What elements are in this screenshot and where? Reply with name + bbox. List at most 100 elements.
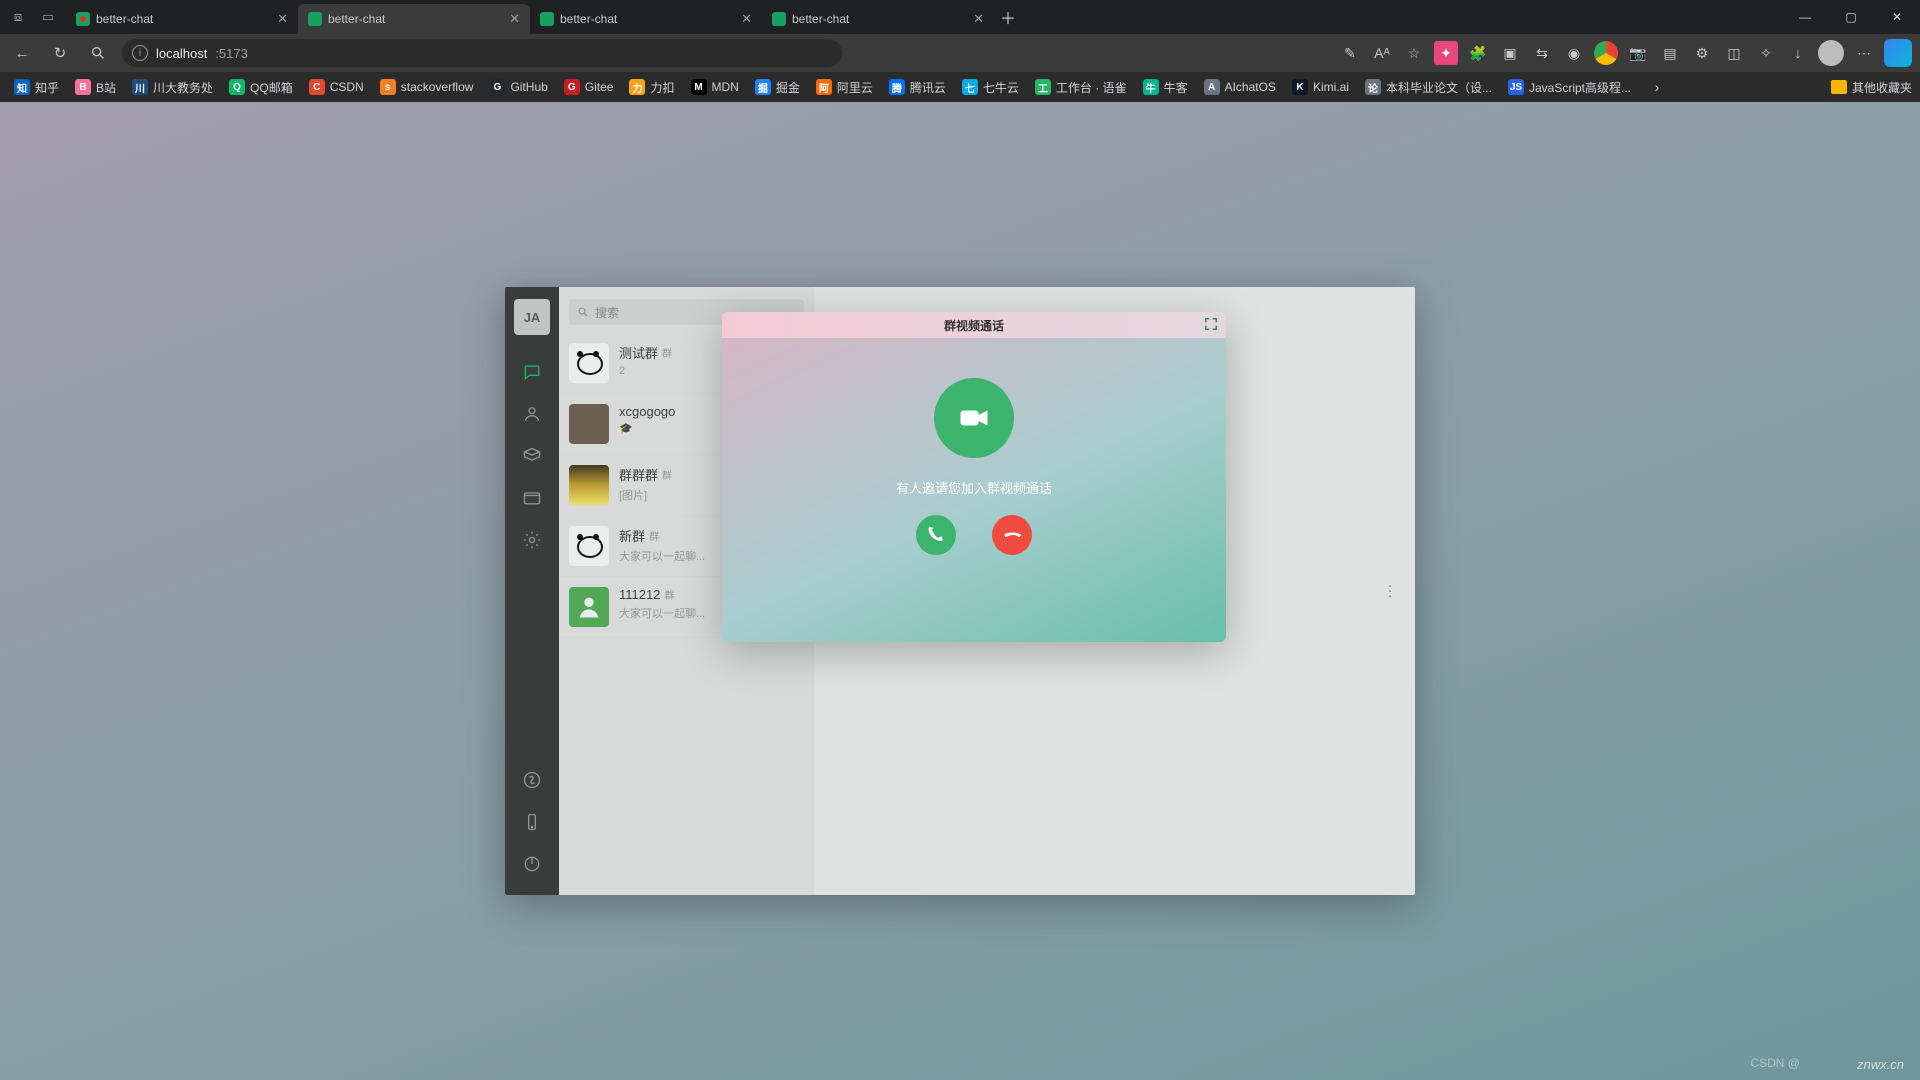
bookmark-label: 力扣 bbox=[650, 79, 674, 96]
bookmark-label: Gitee bbox=[585, 80, 614, 94]
window-close-button[interactable]: ✕ bbox=[1874, 0, 1920, 34]
site-info-icon[interactable]: i bbox=[132, 45, 148, 61]
modal-title-bar: 群视频通话 bbox=[722, 312, 1226, 338]
more-menu-icon[interactable]: ⋯ bbox=[1852, 41, 1876, 65]
extension3-icon[interactable]: ◉ bbox=[1562, 41, 1586, 65]
reject-call-button[interactable] bbox=[992, 515, 1032, 555]
tab-close-icon[interactable]: ✕ bbox=[509, 11, 520, 27]
address-bar[interactable]: i localhost :5173 bbox=[122, 39, 842, 67]
bookmark-label: 七牛云 bbox=[983, 79, 1019, 96]
bookmark-item[interactable]: 知知乎 bbox=[8, 77, 65, 98]
bookmark-icon: 阿 bbox=[816, 79, 832, 95]
bookmark-label: 工作台 · 语雀 bbox=[1056, 79, 1127, 96]
bookmark-item[interactable]: 力力扣 bbox=[623, 77, 680, 98]
favorite-star-icon[interactable]: ☆ bbox=[1402, 41, 1426, 65]
address-host: localhost bbox=[156, 46, 207, 61]
bookmark-item[interactable]: G Gitee bbox=[558, 77, 620, 97]
copilot-icon[interactable] bbox=[1884, 39, 1912, 67]
bookmark-icon: 论 bbox=[1365, 79, 1381, 95]
bookmark-item[interactable]: JSJavaScript高级程... bbox=[1502, 77, 1637, 98]
bookmark-item[interactable]: GGitHub bbox=[483, 77, 553, 97]
read-aloud-icon[interactable]: Aᴬ bbox=[1370, 41, 1394, 65]
chrome-icon[interactable] bbox=[1594, 41, 1618, 65]
watermark-site: znwx.cn bbox=[1857, 1057, 1904, 1072]
vscode-icon[interactable]: ⧈ bbox=[6, 5, 30, 29]
modal-title: 群视频通话 bbox=[944, 317, 1004, 334]
bookmark-label: CSDN bbox=[330, 80, 364, 94]
downloads-icon[interactable]: ↓ bbox=[1786, 41, 1810, 65]
bookmark-item[interactable]: 川川大教务处 bbox=[126, 77, 219, 98]
bookmark-item[interactable]: A AIchatOS bbox=[1198, 77, 1282, 97]
bookmark-icon: 力 bbox=[629, 79, 645, 95]
performance-icon[interactable]: ⚙ bbox=[1690, 41, 1714, 65]
bookmark-icon: G bbox=[489, 79, 505, 95]
extension-icon[interactable]: ✦ bbox=[1434, 41, 1458, 65]
bookmark-item[interactable]: M MDN bbox=[685, 77, 745, 97]
folder-icon bbox=[1831, 80, 1847, 94]
bookmark-item[interactable]: 阿阿里云 bbox=[810, 77, 879, 98]
titlebar: ⧈ ▭ better-chat ✕ better-chat ✕ better-c… bbox=[0, 0, 1920, 34]
search-button[interactable] bbox=[84, 39, 112, 67]
refresh-button[interactable]: ↻ bbox=[46, 39, 74, 67]
bookmark-icon: A bbox=[1204, 79, 1220, 95]
sync-icon[interactable]: ⇆ bbox=[1530, 41, 1554, 65]
accept-call-button[interactable] bbox=[916, 515, 956, 555]
tab-row: better-chat ✕ better-chat ✕ better-chat … bbox=[66, 0, 994, 34]
profile-avatar[interactable] bbox=[1818, 40, 1844, 66]
screenshot-icon[interactable]: ▣ bbox=[1498, 41, 1522, 65]
page-viewport: JA bbox=[0, 102, 1920, 1080]
bookmark-item[interactable]: QQQ邮箱 bbox=[223, 77, 299, 98]
collections-icon[interactable]: ✧ bbox=[1754, 41, 1778, 65]
tab-close-icon[interactable]: ✕ bbox=[973, 11, 984, 27]
video-call-icon bbox=[934, 378, 1014, 458]
bookmark-item[interactable]: 工工作台 · 语雀 bbox=[1029, 77, 1133, 98]
bookmark-item[interactable]: 七七牛云 bbox=[956, 77, 1025, 98]
address-port: :5173 bbox=[215, 46, 248, 61]
bookmark-label: AIchatOS bbox=[1225, 80, 1276, 94]
fullscreen-icon[interactable] bbox=[1204, 317, 1218, 331]
bookmark-item[interactable]: 牛牛客 bbox=[1137, 77, 1194, 98]
bookmark-item[interactable]: 腾腾讯云 bbox=[883, 77, 952, 98]
tab-title: better-chat bbox=[328, 12, 385, 26]
bookmark-icon: Q bbox=[229, 79, 245, 95]
bookmark-icon: 七 bbox=[962, 79, 978, 95]
bookmark-icon: G bbox=[564, 79, 580, 95]
browser-tab[interactable]: better-chat ✕ bbox=[298, 4, 530, 34]
extension2-icon[interactable]: 🧩 bbox=[1466, 41, 1490, 65]
bookmark-icon: M bbox=[691, 79, 707, 95]
tabs-overview-icon[interactable]: ▭ bbox=[36, 5, 60, 29]
window-minimize-button[interactable]: — bbox=[1782, 0, 1828, 34]
new-tab-button[interactable]: ＋ bbox=[994, 0, 1022, 34]
bookmark-icon: 知 bbox=[14, 79, 30, 95]
browser-tab[interactable]: better-chat ✕ bbox=[762, 4, 994, 34]
tab-title: better-chat bbox=[96, 12, 153, 26]
bookmark-icon: s bbox=[380, 79, 396, 95]
bookmark-label: 牛客 bbox=[1164, 79, 1188, 96]
other-bookmarks-folder[interactable]: 其他收藏夹 bbox=[1831, 79, 1912, 96]
bookmark-item[interactable]: BB站 bbox=[69, 77, 122, 98]
camera-icon[interactable]: 📷 bbox=[1626, 41, 1650, 65]
tab-close-icon[interactable]: ✕ bbox=[277, 11, 288, 27]
split-screen-icon[interactable]: ◫ bbox=[1722, 41, 1746, 65]
bookmarks-bar: 知知乎BB站川川大教务处QQQ邮箱CCSDNsstackoverflowGGit… bbox=[0, 72, 1920, 102]
bookmark-item[interactable]: 掘掘金 bbox=[749, 77, 806, 98]
bookmark-item[interactable]: 论本科毕业论文（设... bbox=[1359, 77, 1498, 98]
bookmark-label: JavaScript高级程... bbox=[1529, 79, 1631, 96]
reader-icon[interactable]: ▤ bbox=[1658, 41, 1682, 65]
bookmarks-overflow-icon[interactable]: › bbox=[1645, 79, 1669, 95]
edit-icon[interactable]: ✎ bbox=[1338, 41, 1362, 65]
bookmark-item[interactable]: sstackoverflow bbox=[374, 77, 480, 97]
tab-title: better-chat bbox=[792, 12, 849, 26]
bookmark-label: 川大教务处 bbox=[153, 79, 213, 96]
tab-close-icon[interactable]: ✕ bbox=[741, 11, 752, 27]
bookmark-label: MDN bbox=[712, 80, 739, 94]
back-button[interactable]: ← bbox=[8, 39, 36, 67]
browser-tab[interactable]: better-chat ✕ bbox=[530, 4, 762, 34]
browser-tab[interactable]: better-chat ✕ bbox=[66, 4, 298, 34]
window-maximize-button[interactable]: ▢ bbox=[1828, 0, 1874, 34]
bookmark-label: 知乎 bbox=[35, 79, 59, 96]
bookmark-item[interactable]: CCSDN bbox=[303, 77, 370, 97]
toolbar: ← ↻ i localhost:5173 ✎ Aᴬ ☆ ✦ 🧩 ▣ ⇆ ◉ 📷 … bbox=[0, 34, 1920, 72]
bookmark-label: 掘金 bbox=[776, 79, 800, 96]
bookmark-item[interactable]: KKimi.ai bbox=[1286, 77, 1355, 97]
